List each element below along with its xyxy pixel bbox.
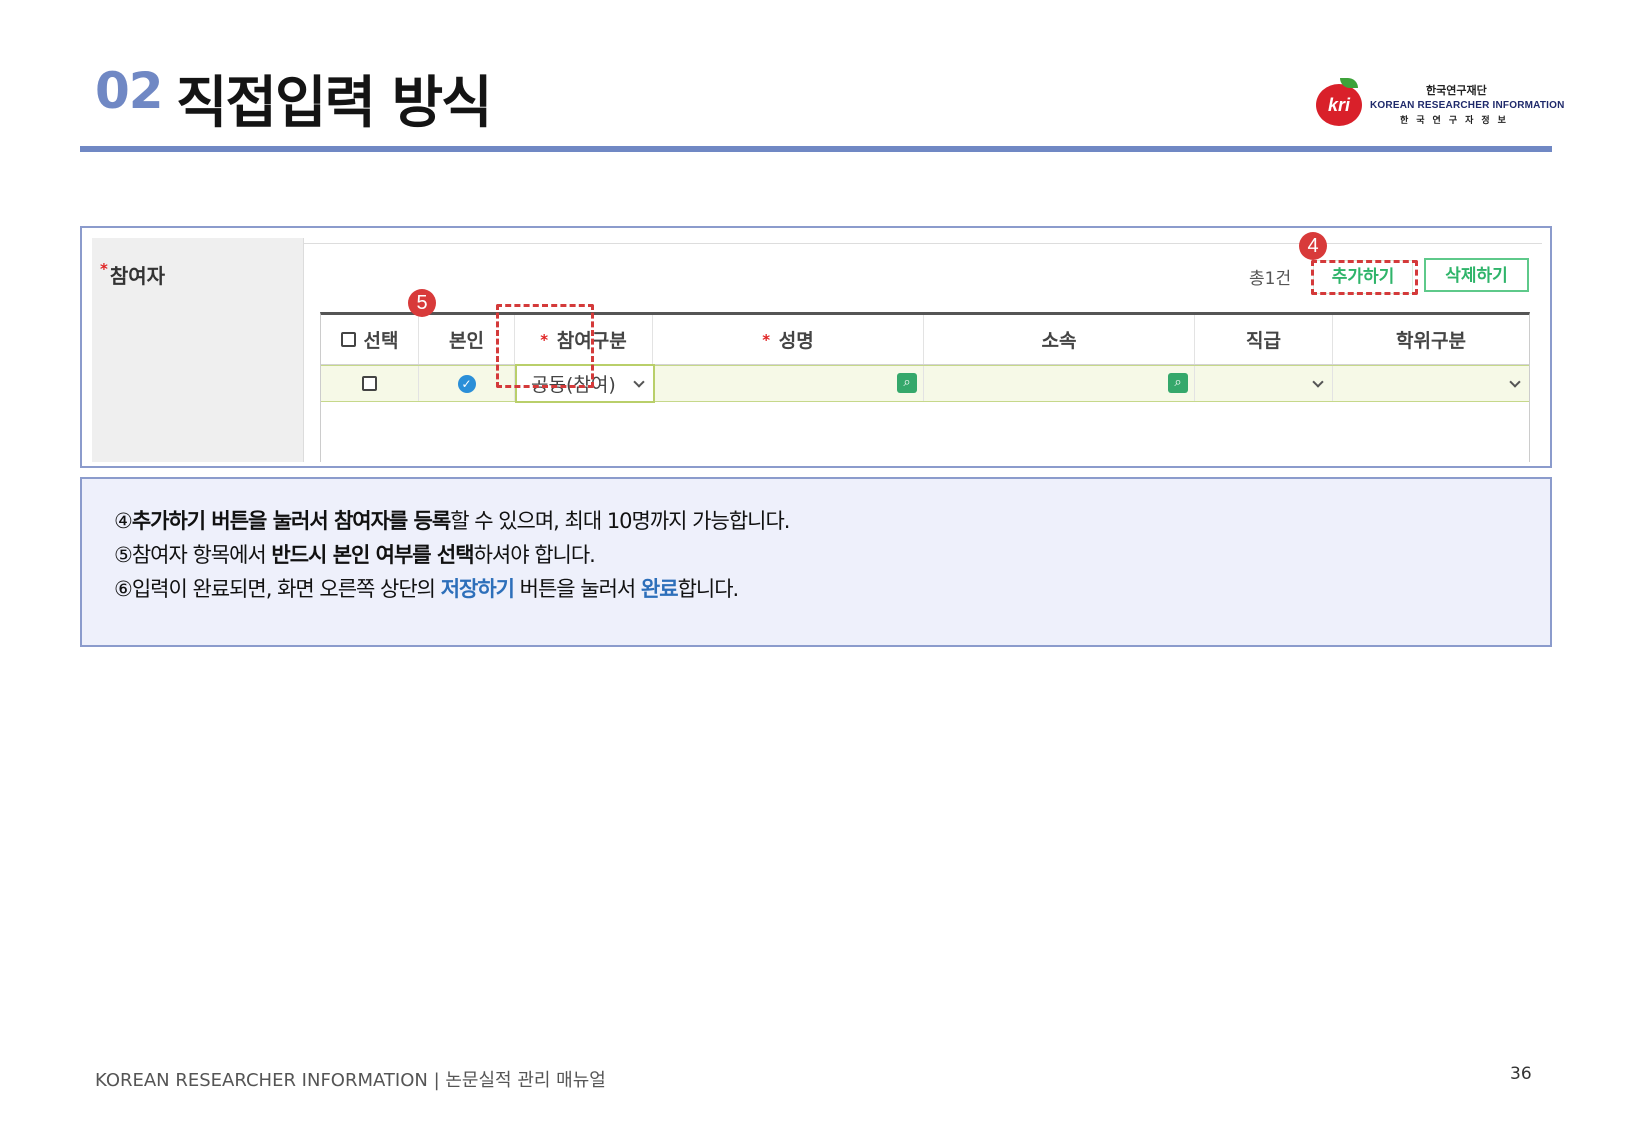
logo-mark: kri: [1327, 95, 1351, 115]
participant-field-label: * 참여자: [100, 260, 166, 288]
instruction-line-4: ④추가하기 버튼을 눌러서 참여자를 등록할 수 있으며, 최대 10명까지 가…: [114, 509, 790, 533]
kri-logo: kri 한국연구재단 KOREAN RESEARCHER INFORMATION…: [1316, 78, 1564, 128]
step-badge-5: 5: [408, 289, 436, 317]
add-button-highlight: [1311, 260, 1418, 295]
logo-org-korean: 한국연구재단: [1426, 84, 1487, 97]
required-mark: *: [100, 260, 108, 278]
self-column-highlight: [496, 304, 594, 388]
row-name-cell[interactable]: ⌕: [653, 366, 924, 401]
page-title: 직접입력 방식: [176, 71, 493, 136]
row-select-cell: [321, 366, 419, 401]
position-select[interactable]: [1195, 366, 1333, 401]
row-select-checkbox[interactable]: [362, 376, 377, 391]
record-count: 총1건: [1249, 269, 1292, 289]
field-label-cell: * 참여자: [92, 238, 304, 462]
chevron-down-icon: [633, 376, 645, 388]
section-number: 02: [95, 62, 164, 120]
column-header-name: * 성명: [653, 315, 924, 364]
column-header-affiliation: 소속: [924, 315, 1195, 364]
delete-participant-button[interactable]: 삭제하기: [1424, 258, 1529, 292]
column-header-select: 선택: [321, 315, 419, 364]
select-all-checkbox[interactable]: [340, 332, 356, 347]
name-search-icon[interactable]: ⌕: [897, 373, 917, 393]
instruction-line-5: ⑤참여자 항목에서 반드시 본인 여부를 선택하셔야 합니다.: [114, 543, 596, 567]
row-affiliation-cell[interactable]: ⌕: [924, 366, 1195, 401]
chevron-down-icon: [1509, 376, 1521, 388]
chevron-down-icon: [1312, 376, 1324, 388]
logo-org-english: KOREAN RESEARCHER INFORMATION: [1370, 100, 1565, 111]
affiliation-search-icon[interactable]: ⌕: [1168, 373, 1188, 393]
self-check-icon[interactable]: ✓: [457, 374, 476, 393]
logo-org-korean-spaced: 한국연구자정보: [1400, 116, 1514, 126]
instruction-line-6: ⑥입력이 완료되면, 화면 오른쪽 상단의 저장하기 버튼을 눌러서 완료합니다…: [114, 577, 739, 601]
page-number: 36: [1510, 1064, 1532, 1084]
column-header-degree: 학위구분: [1396, 330, 1466, 352]
panel-divider: [304, 243, 1542, 244]
instruction-box: ④추가하기 버튼을 눌러서 참여자를 등록할 수 있으며, 최대 10명까지 가…: [80, 477, 1552, 647]
degree-select[interactable]: [1333, 366, 1529, 401]
step-badge-4: 4: [1299, 232, 1327, 260]
footer-title: KOREAN RESEARCHER INFORMATION | 논문실적 관리 …: [95, 1070, 606, 1091]
required-mark: *: [762, 330, 771, 349]
column-header-position: 직급: [1195, 315, 1333, 364]
header-divider: [80, 146, 1552, 152]
participant-panel: * 참여자 총1건 추가하기 삭제하기 4 선택 본인 * 참여구분 * 성명 소…: [80, 226, 1552, 468]
